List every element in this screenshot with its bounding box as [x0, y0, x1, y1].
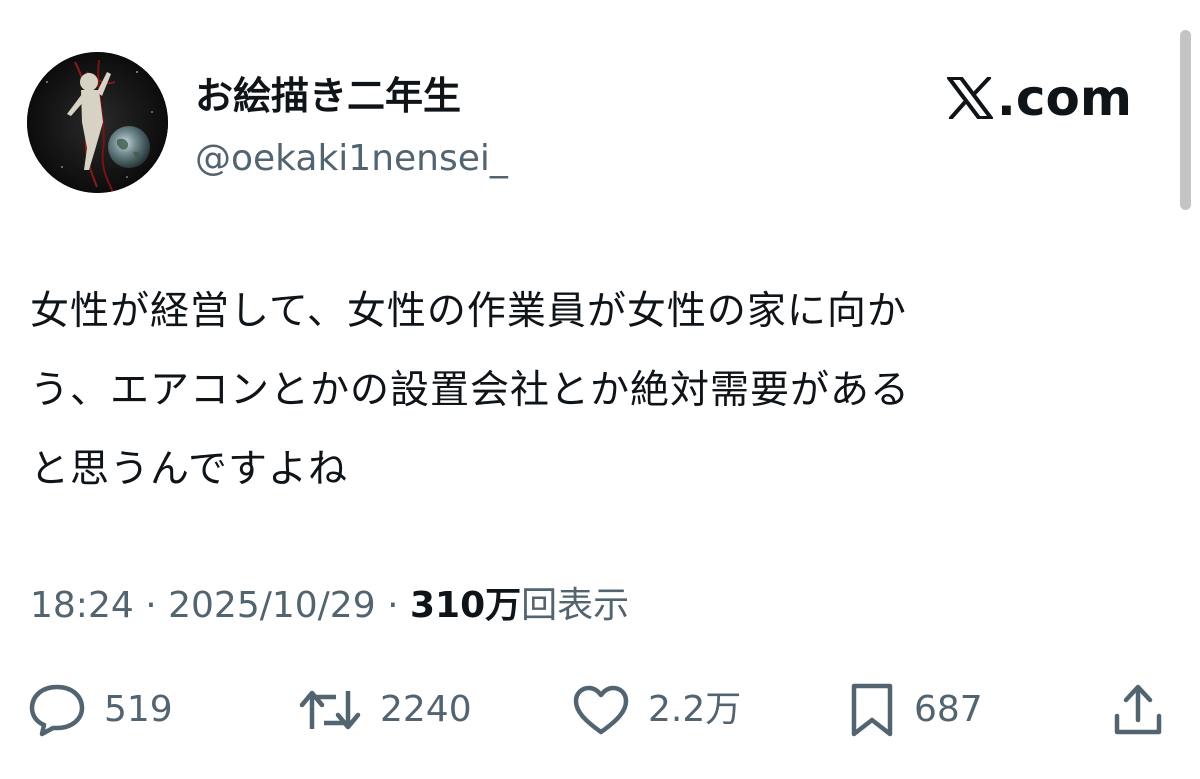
tweet-meta: 18:24 · 2025/10/29 · 310万回表示 — [30, 582, 629, 630]
bookmark-icon — [848, 682, 896, 738]
retweet-arrows-icon — [298, 683, 362, 737]
bookmark-count: 687 — [914, 689, 983, 730]
tweet-text: 女性が経営して、女性の作業員が女性の家に向か う、エアコンとかの設置会社とか絶対… — [30, 289, 911, 492]
retweet-count: 2240 — [380, 689, 472, 730]
speech-bubble-icon — [28, 683, 86, 737]
tweet-time[interactable]: 18:24 — [30, 585, 134, 626]
views-count[interactable]: 310万 — [410, 585, 521, 626]
brand-label: .com — [996, 69, 1132, 127]
author-handle[interactable]: @oekaki1nensei_ — [195, 136, 508, 182]
meta-separator: · — [145, 585, 157, 626]
meta-separator: · — [387, 585, 399, 626]
avatar-image — [27, 52, 168, 193]
brand-logo: .com — [946, 68, 1132, 128]
reply-count: 519 — [104, 689, 173, 730]
share-button[interactable] — [1112, 680, 1164, 740]
bookmark-button[interactable]: 687 — [848, 680, 983, 740]
share-upload-icon — [1112, 682, 1164, 738]
views-label: 回表示 — [521, 585, 630, 626]
reply-button[interactable]: 519 — [28, 680, 173, 740]
like-count: 2.2万 — [648, 689, 742, 730]
tweet-date[interactable]: 2025/10/29 — [168, 585, 376, 626]
scrollbar[interactable] — [1180, 30, 1191, 210]
author-display-name[interactable]: お絵描き二年生 — [195, 72, 461, 120]
x-logo-icon — [946, 72, 993, 120]
tweet-card: お絵描き二年生 @oekaki1nensei_ .com 女性が経営して、女性の… — [0, 0, 1200, 779]
like-button[interactable]: 2.2万 — [572, 680, 741, 740]
heart-icon — [572, 683, 630, 737]
avatar[interactable] — [27, 52, 168, 193]
retweet-button[interactable]: 2240 — [298, 680, 472, 740]
